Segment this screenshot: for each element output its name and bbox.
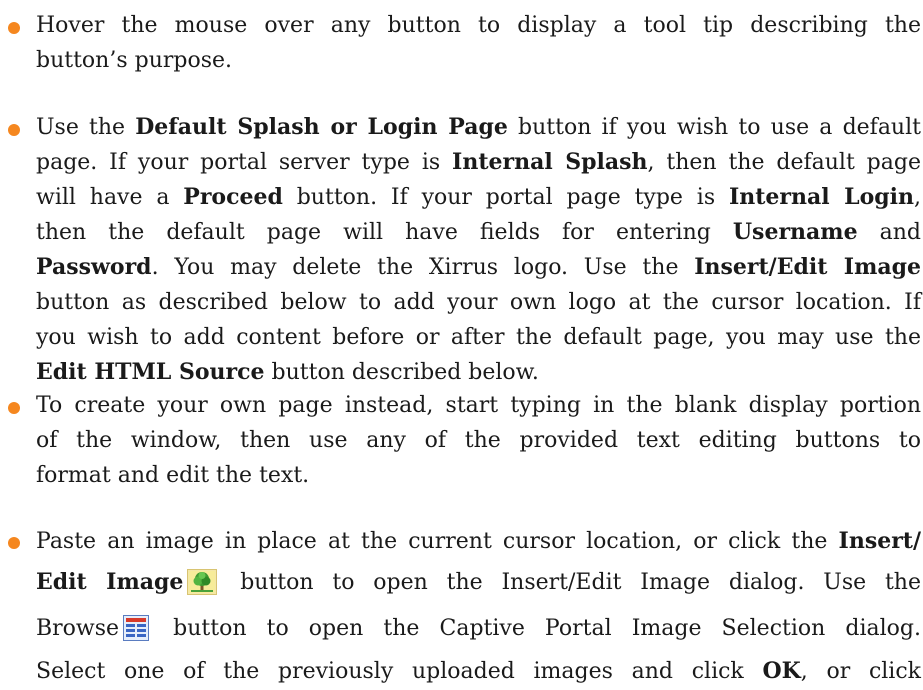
bullet-dot <box>8 124 20 136</box>
text-line: Password. You may delete the Xirrus logo… <box>36 254 921 280</box>
bullet-dot <box>8 537 20 549</box>
text-line: Hover the mouse over any button to displ… <box>36 13 921 38</box>
text-line: Select one of the previously uploaded im… <box>36 658 921 684</box>
insert-edit-image-icon <box>187 569 218 607</box>
text-line: of the window, then use any of the provi… <box>36 428 921 453</box>
bullet-text: Hover the mouse over any button to displ… <box>36 8 921 78</box>
text-line: then the default page will have fields f… <box>36 219 921 245</box>
document-page: Hover the mouse over any button to displ… <box>0 0 923 686</box>
bullet-text: Use the Default Splash or Login Page but… <box>36 110 921 390</box>
text-line: format and edit the text. <box>36 463 310 488</box>
text-line: you wish to add content before or after … <box>36 325 921 350</box>
text-line: button’s purpose. <box>36 48 233 73</box>
bullet-dot <box>8 402 20 414</box>
bullet-text: Paste an image in place at the current c… <box>36 523 921 690</box>
browse-icon <box>123 615 150 653</box>
text-line: page. If your portal server type is Inte… <box>36 149 921 175</box>
text-line: Use the Default Splash or Login Page but… <box>36 114 921 140</box>
text-line: will have a Proceed button. If your port… <box>36 184 921 210</box>
bullet-text: To create your own page instead, start t… <box>36 388 921 493</box>
text-line: Edit HTML Source button described below. <box>36 359 539 385</box>
text-line: Browse button to open the Captive Portal… <box>36 611 921 653</box>
text-line: button as described below to add your ow… <box>36 290 921 315</box>
text-line: To create your own page instead, start t… <box>36 393 921 418</box>
text-line: Edit Image button to open the Insert/Edi… <box>36 564 921 607</box>
text-line: Paste an image in place at the current c… <box>36 528 921 554</box>
bullet-dot <box>8 22 20 34</box>
